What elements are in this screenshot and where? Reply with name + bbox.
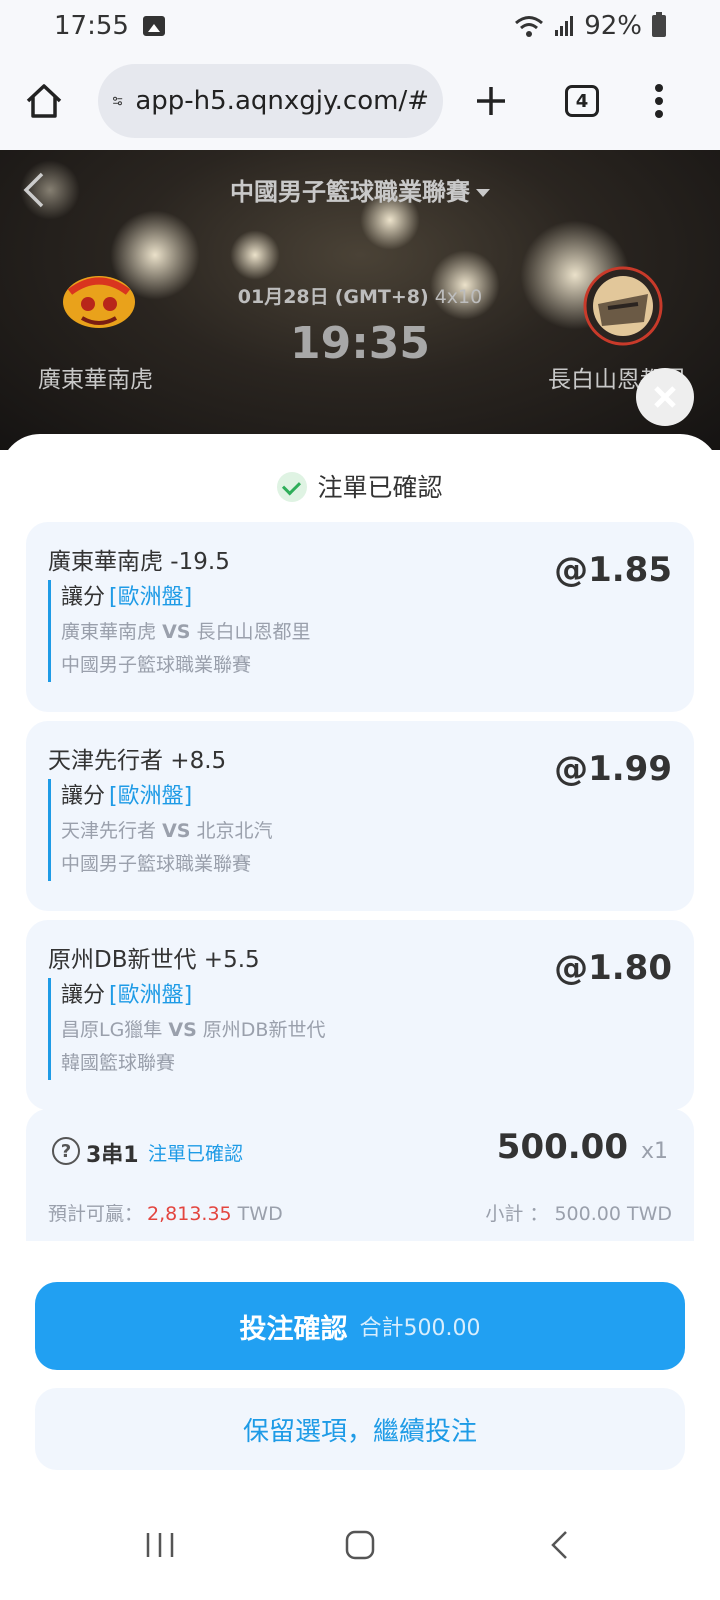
- bet-detail: 讓分 [歐洲盤] 昌原LG獵隼 VS 原州DB新世代 韓國籃球聯賽: [48, 978, 325, 1080]
- browser-toolbar: app-h5.aqnxgjy.com/# 4: [0, 52, 720, 150]
- bet-away: 北京北汽: [196, 820, 273, 842]
- match-header: 中國男子籃球職業聯賽 01月28日 (GMT+8) 4x10 19:35 廣東華…: [0, 150, 720, 450]
- confirmation-title: 注單已確認: [317, 473, 443, 502]
- close-button[interactable]: [636, 368, 694, 426]
- battery-icon: [652, 12, 666, 37]
- status-bar: 17:55 92%: [0, 0, 720, 52]
- parlay-type: 3串1: [86, 1143, 139, 1168]
- more-icon[interactable]: [653, 83, 665, 119]
- status-time: 17:55: [54, 11, 129, 41]
- new-tab-icon[interactable]: [473, 83, 509, 119]
- recent-apps-icon[interactable]: [144, 1530, 176, 1564]
- match-format: 4x10: [434, 286, 483, 308]
- site-settings-icon[interactable]: [112, 86, 123, 116]
- estimated-win-label: 預計可贏：: [48, 1203, 144, 1225]
- bet-selection: 原州DB新世代 +5.5: [48, 947, 260, 973]
- match-date: 01月28日: [237, 286, 329, 308]
- bet-market-tag: [歐洲盤]: [109, 983, 193, 1008]
- estimated-win-value: 2,813.35: [147, 1203, 232, 1225]
- bet-away: 原州DB新世代: [202, 1019, 326, 1041]
- confirm-bet-total: 合計500.00: [359, 1316, 481, 1341]
- bet-market: 讓分: [61, 585, 106, 610]
- bet-home: 廣東華南虎: [61, 621, 157, 643]
- bet-odds: @1.99: [554, 749, 672, 789]
- bet-detail: 讓分 [歐洲盤] 天津先行者 VS 北京北汽 中國男子籃球職業聯賽: [48, 779, 273, 881]
- address-bar[interactable]: app-h5.aqnxgjy.com/#: [98, 64, 443, 138]
- check-circle-icon: [277, 472, 308, 502]
- help-icon[interactable]: ?: [52, 1137, 80, 1165]
- bet-selection: 天津先行者 +8.5: [48, 748, 227, 774]
- confirmation-header: 注單已確認: [0, 468, 720, 504]
- stake-multiplier: x1: [640, 1139, 668, 1164]
- battery-percent: 92%: [584, 11, 642, 41]
- bet-market-tag: [歐洲盤]: [109, 585, 193, 610]
- bet-vs: VS: [162, 621, 191, 643]
- bet-away: 長白山恩都里: [196, 621, 311, 643]
- keep-selections-button[interactable]: 保留選項，繼續投注: [35, 1388, 685, 1470]
- tabs-icon[interactable]: 4: [565, 85, 599, 117]
- estimated-win-currency: TWD: [237, 1203, 283, 1225]
- caret-down-icon: [476, 189, 490, 197]
- home-icon[interactable]: [22, 79, 66, 123]
- bet-card: 原州DB新世代 +5.5 @1.80 讓分 [歐洲盤] 昌原LG獵隼 VS 原州D…: [26, 920, 694, 1110]
- bet-selection: 廣東華南虎 -19.5: [48, 549, 230, 575]
- url-text[interactable]: app-h5.aqnxgjy.com/#: [135, 86, 429, 116]
- back-nav-icon[interactable]: [548, 1530, 572, 1564]
- bet-league: 中國男子籃球職業聯賽: [61, 654, 252, 676]
- parlay-summary: ? 3串1 注單已確認 500.00 x1 預計可贏： 2,813.35 TWD …: [26, 1109, 694, 1241]
- bet-market: 讓分: [61, 784, 106, 809]
- home-team-name: 廣東華南虎: [38, 367, 153, 393]
- bet-vs: VS: [168, 1019, 197, 1041]
- parlay-status: 注單已確認: [148, 1143, 244, 1165]
- home-nav-icon[interactable]: [344, 1530, 376, 1564]
- subtotal: 小計 ： 500.00 TWD: [485, 1203, 672, 1225]
- match-info: 01月28日 (GMT+8) 4x10: [0, 282, 720, 309]
- bet-vs: VS: [162, 820, 191, 842]
- wifi-icon: [515, 16, 544, 37]
- away-team-name: 長白山恩都里: [548, 367, 686, 393]
- estimated-win: 預計可贏： 2,813.35 TWD: [48, 1199, 283, 1226]
- stake-amount: 500.00: [496, 1127, 628, 1167]
- match-timezone: (GMT+8): [334, 286, 429, 308]
- league-title: 中國男子籃球職業聯賽: [230, 178, 470, 206]
- image-icon: [142, 16, 165, 36]
- bet-detail: 讓分 [歐洲盤] 廣東華南虎 VS 長白山恩都里 中國男子籃球職業聯賽: [48, 580, 311, 682]
- confirm-bet-label: 投注確認: [239, 1313, 348, 1345]
- league-selector[interactable]: 中國男子籃球職業聯賽: [0, 172, 720, 207]
- bet-odds: @1.80: [554, 948, 672, 988]
- confirm-bet-button[interactable]: 投注確認 合計500.00: [35, 1282, 685, 1370]
- system-nav-bar: [0, 1500, 720, 1600]
- bet-market-tag: [歐洲盤]: [109, 784, 193, 809]
- bet-home: 昌原LG獵隼: [61, 1019, 163, 1041]
- bet-card: 天津先行者 +8.5 @1.99 讓分 [歐洲盤] 天津先行者 VS 北京北汽 中…: [26, 721, 694, 911]
- bet-league: 韓國籃球聯賽: [61, 1052, 176, 1074]
- signal-icon: [555, 16, 574, 36]
- close-icon: [654, 386, 676, 408]
- bet-market: 讓分: [61, 983, 106, 1008]
- bet-league: 中國男子籃球職業聯賽: [61, 853, 252, 875]
- bet-home: 天津先行者: [61, 820, 157, 842]
- bet-odds: @1.85: [554, 550, 672, 590]
- bet-card: 廣東華南虎 -19.5 @1.85 讓分 [歐洲盤] 廣東華南虎 VS 長白山恩都…: [26, 522, 694, 712]
